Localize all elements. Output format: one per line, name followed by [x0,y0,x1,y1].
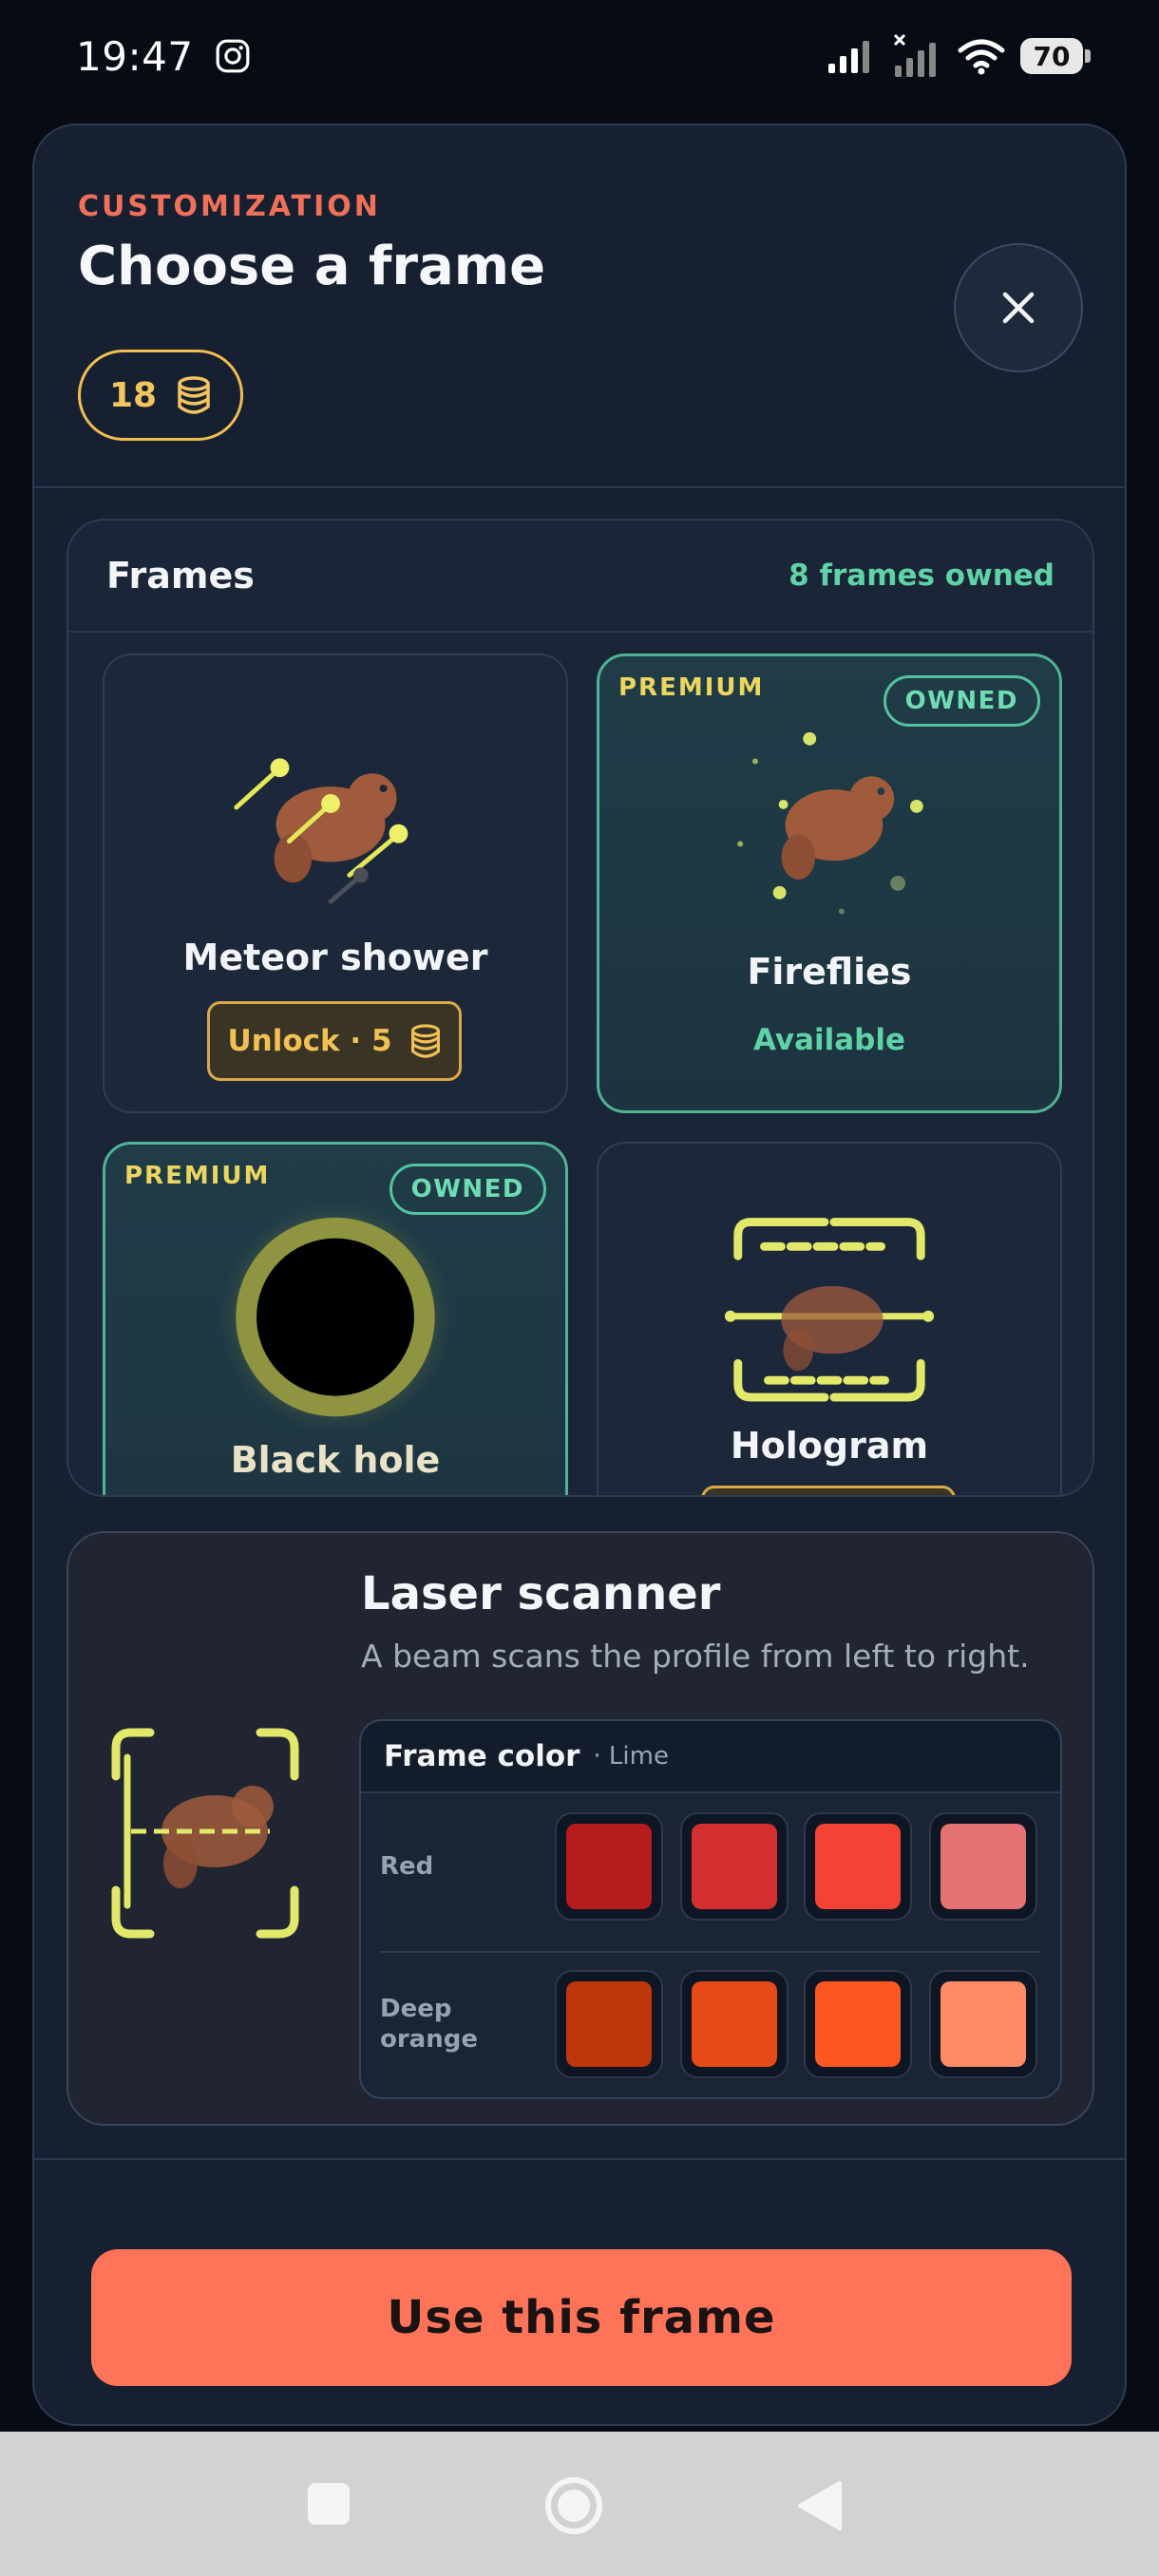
color-swatch[interactable] [804,1970,912,2078]
meteor-shower-preview [234,758,408,904]
home-icon[interactable] [543,2475,604,2536]
frame-card-fireflies[interactable]: PREMIUM OWNED Fireflies Available [597,653,1062,1113]
frame-picker-sheet: CUSTOMIZATION Choose a frame 18 Frames 8… [32,123,1127,2426]
unlock-label: Unlock · 5 [227,1024,392,1058]
use-frame-button[interactable]: Use this frame [91,2249,1072,2386]
frame-card-hologram[interactable]: Hologram [597,1142,1062,1495]
footer-divider [34,2158,1125,2160]
coin-balance: 18 [78,350,244,441]
back-icon[interactable] [796,2479,844,2532]
frame-detail-description: A beam scans the profile from left to ri… [361,1638,1030,1675]
frame-color-selected: · Lime [593,1742,669,1771]
status-time: 19:47 [76,32,194,80]
availability-status: Available [752,1023,906,1057]
coin-stack-icon [410,1024,440,1058]
frame-detail-title: Laser scanner [361,1567,721,1620]
black-hole-preview [213,1195,458,1430]
color-swatch[interactable] [555,1812,663,1921]
fireflies-preview [737,731,923,915]
color-row-red: Red [361,1795,1060,1938]
unlock-button[interactable]: Unlock · 5 [207,1001,462,1081]
color-swatch[interactable] [555,1970,663,2078]
section-eyebrow: CUSTOMIZATION [78,190,381,223]
coin-balance-value: 18 [109,375,158,415]
instagram-icon [216,39,249,73]
frame-card-black-hole[interactable]: PREMIUM OWNED Black hole [103,1142,568,1495]
frames-title: Frames [106,555,255,597]
frames-owned-count: 8 frames owned [788,559,1054,593]
color-row-label: Deep orange [380,1995,478,2054]
header-divider [34,486,1125,488]
battery-level: 70 [1033,40,1071,72]
status-bar: 19:47 70 [0,0,1159,112]
recents-icon[interactable] [306,2481,352,2527]
color-row-label: Red [380,1852,434,1881]
laser-scanner-preview [111,1728,299,1939]
battery-icon: 70 [1020,38,1091,74]
system-nav-bar [0,2432,1159,2576]
color-row-deep-orange: Deep orange [361,1953,1060,2095]
frame-color-header: Frame color · Lime [361,1721,1060,1793]
frame-detail-panel: Laser scanner A beam scans the profile f… [66,1531,1094,2126]
frame-color-title: Frame color [384,1739,580,1773]
color-swatch[interactable] [929,1970,1037,2078]
frames-header: Frames 8 frames owned [68,521,1092,633]
hologram-preview [724,1218,935,1402]
frame-card-meteor-shower[interactable]: Meteor shower Unlock · 5 [103,653,568,1113]
sheet-header: CUSTOMIZATION Choose a frame 18 [34,125,1125,488]
close-button[interactable] [954,243,1083,372]
unlock-button[interactable] [701,1486,956,1495]
coin-stack-icon [178,376,210,414]
frame-card-name: Black hole [230,1439,441,1481]
signal-icon [828,41,869,73]
color-swatch[interactable] [929,1812,1037,1921]
close-icon [1002,292,1035,324]
page-title: Choose a frame [78,236,546,297]
color-swatch[interactable] [680,1970,788,2078]
frame-card-name: Hologram [730,1425,929,1467]
frames-panel[interactable]: Frames 8 frames owned Meteor shower Unlo… [66,519,1094,1497]
color-swatch[interactable] [804,1812,912,1921]
signal-no-service-icon [893,33,936,77]
frame-color-picker: Frame color · Lime Red Deep orange [359,1719,1062,2099]
frame-card-name: Meteor shower [182,937,488,978]
wifi-icon [958,39,1005,75]
frame-card-name: Fireflies [747,951,912,993]
color-swatch[interactable] [680,1812,788,1921]
